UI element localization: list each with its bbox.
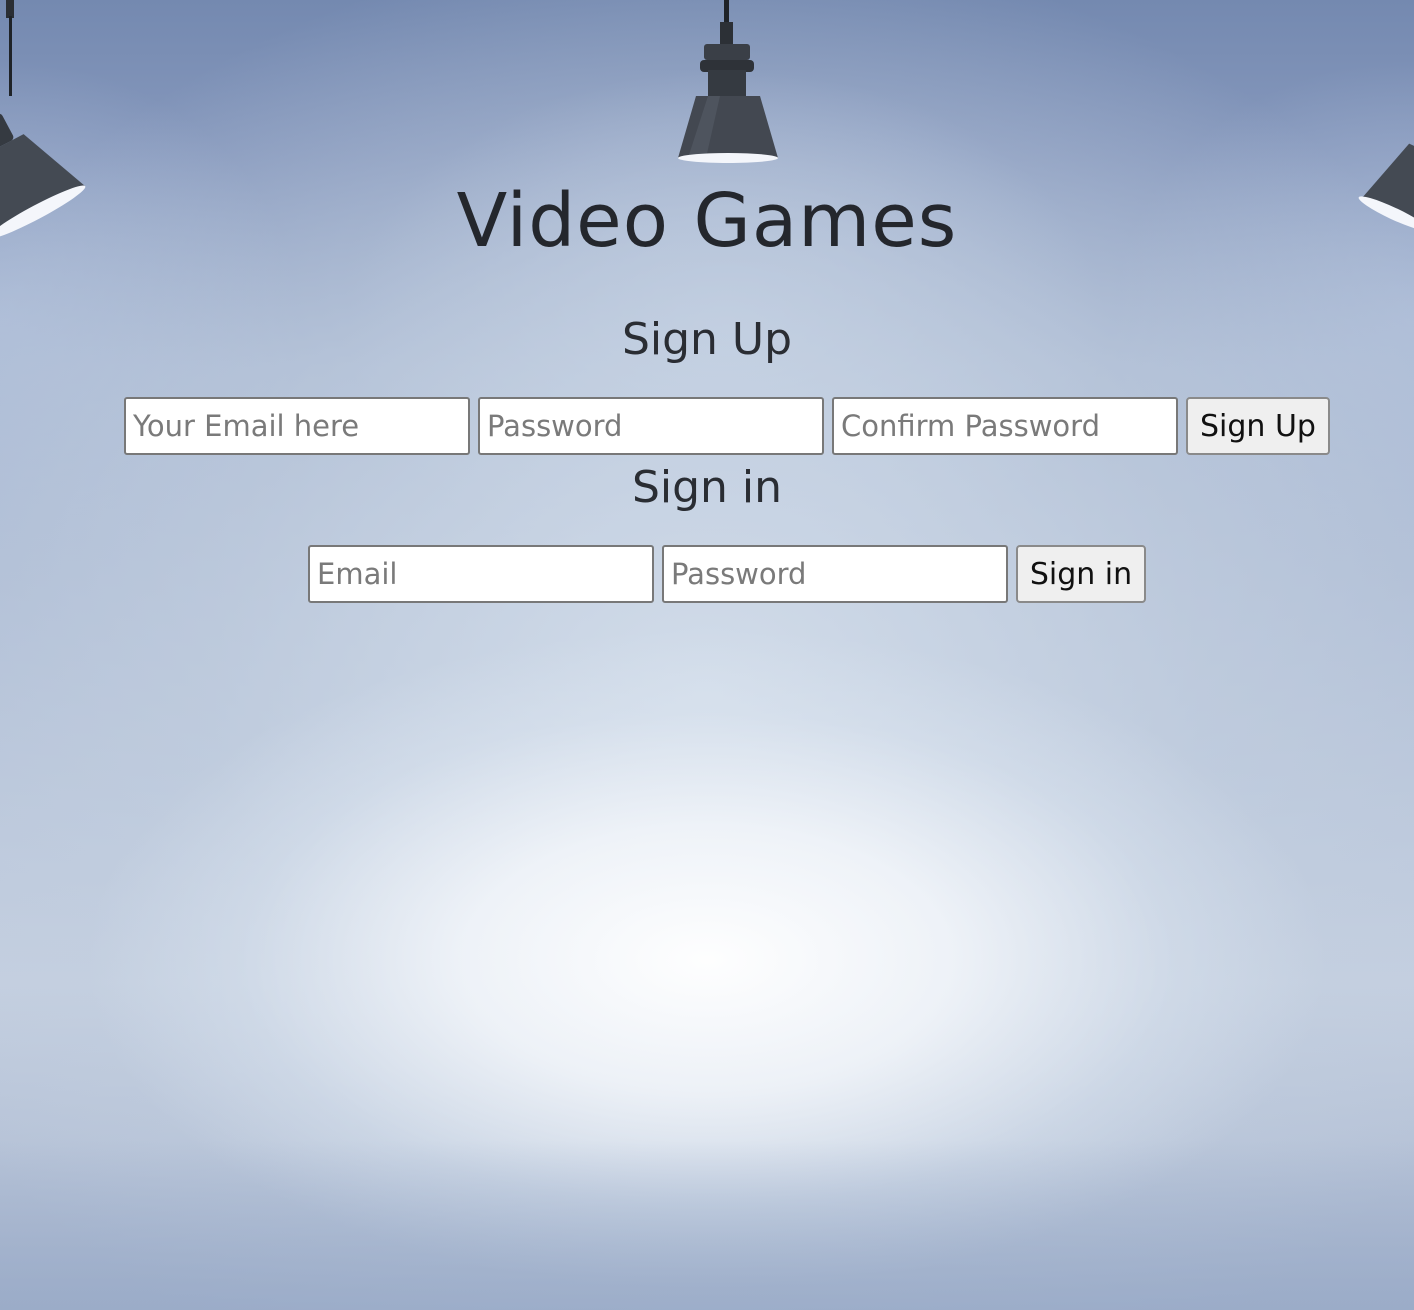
signin-password-input[interactable]: [662, 545, 1008, 603]
signin-heading: Sign in: [631, 462, 783, 513]
spotlight-lamp-center-icon: [678, 0, 778, 163]
background-floor-shade: [0, 1140, 1414, 1310]
signup-password-input[interactable]: [478, 397, 824, 455]
signup-confirm-password-input[interactable]: [832, 397, 1178, 455]
page-title: Video Games: [456, 178, 958, 264]
signup-email-input[interactable]: [124, 397, 470, 455]
signup-heading: Sign Up: [621, 314, 793, 365]
signin-button[interactable]: Sign in: [1016, 545, 1146, 603]
signup-button[interactable]: Sign Up: [1186, 397, 1330, 455]
signin-email-input[interactable]: [308, 545, 654, 603]
